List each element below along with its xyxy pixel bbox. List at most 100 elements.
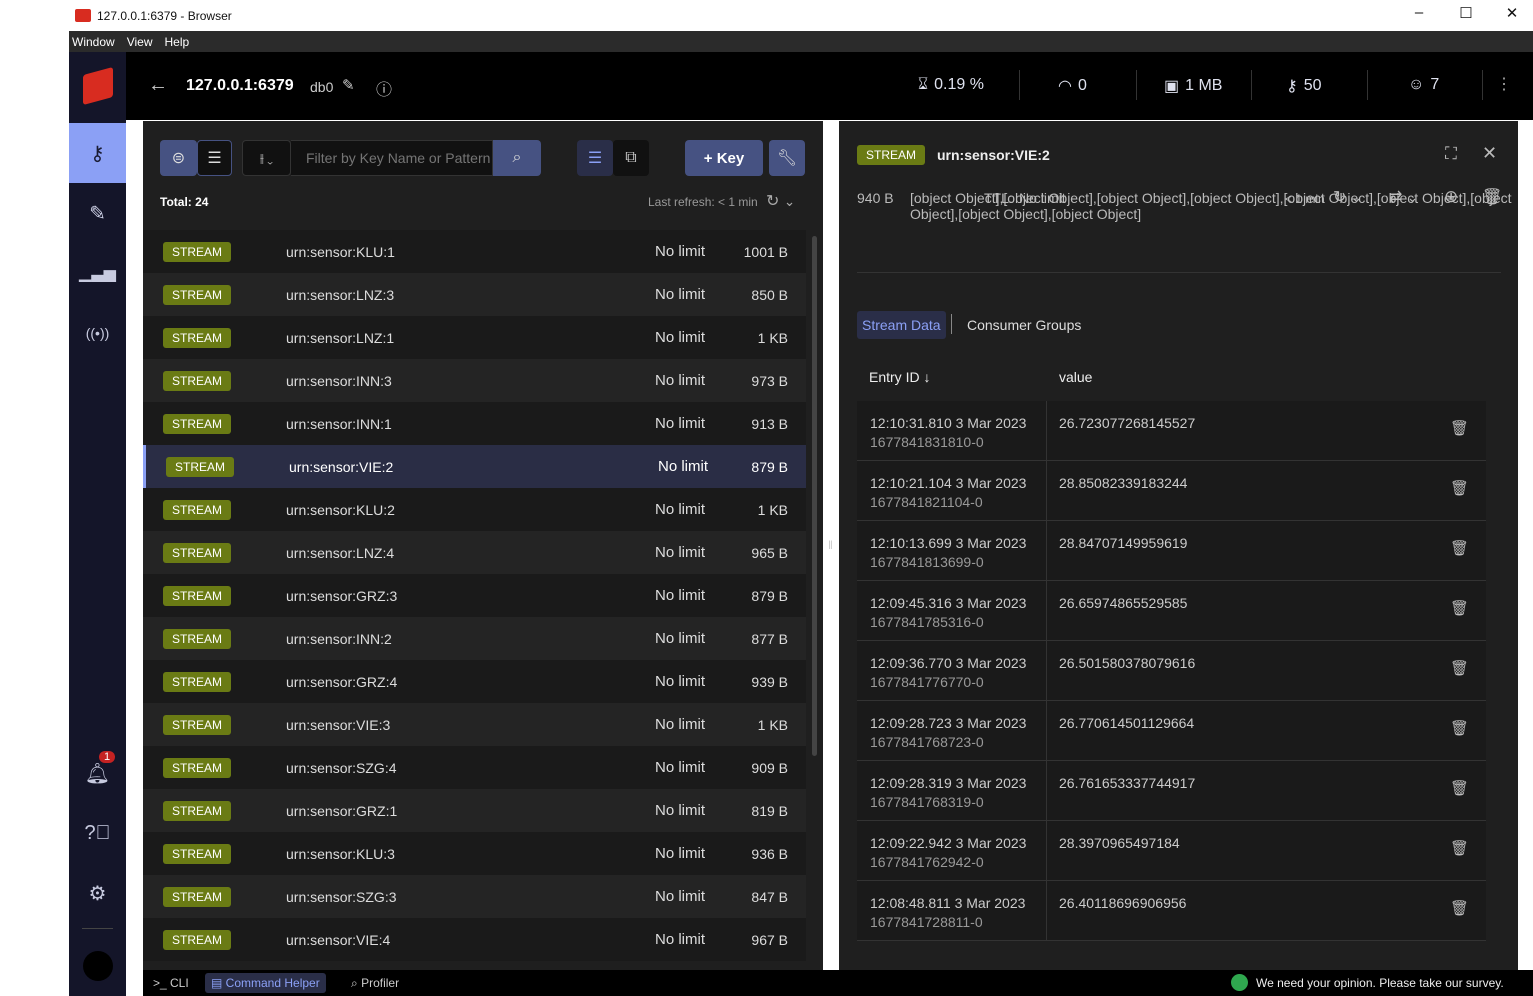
- edit-icon: ✎: [89, 202, 106, 225]
- ttl-value[interactable]: No limit: [1019, 190, 1066, 206]
- delete-entry-icon[interactable]: 🗑︎: [1450, 539, 1469, 557]
- delete-entry-icon[interactable]: 🗑︎: [1450, 719, 1469, 737]
- survey-link[interactable]: We need your opinion. Please take our su…: [1256, 976, 1504, 990]
- delete-entry-icon[interactable]: 🗑︎: [1450, 599, 1469, 617]
- list-view-button[interactable]: ☰: [577, 140, 613, 176]
- more-menu-icon[interactable]: ⋮: [1496, 74, 1512, 94]
- key-row[interactable]: STREAM urn:sensor:INN:2 No limit 877 B: [143, 617, 806, 660]
- key-row[interactable]: STREAM urn:sensor:SZG:4 No limit 909 B: [143, 746, 806, 789]
- key-name: urn:sensor:KLU:3: [286, 845, 395, 862]
- sidebar-item-browser[interactable]: ⚷: [69, 123, 126, 183]
- key-row[interactable]: STREAM urn:sensor:LNZ:3 No limit 850 B: [143, 273, 806, 316]
- delete-entry-icon[interactable]: 🗑︎: [1450, 899, 1469, 917]
- tab-consumer-groups[interactable]: Consumer Groups: [967, 317, 1081, 333]
- key-table: STREAM urn:sensor:KLU:1 No limit 1001 BS…: [143, 230, 806, 970]
- key-row[interactable]: STREAM urn:sensor:KLU:3 No limit 936 B: [143, 832, 806, 875]
- key-name[interactable]: urn:sensor:VIE:2: [937, 147, 1050, 163]
- key-row[interactable]: STREAM urn:sensor:KLU:1 No limit 1001 B: [143, 230, 806, 273]
- entry-value[interactable]: 26.65974865529585: [1059, 595, 1187, 611]
- redis-logo-icon[interactable]: [69, 56, 126, 116]
- menu-window[interactable]: Window: [72, 35, 115, 49]
- cli-button[interactable]: >_ CLI: [153, 976, 189, 990]
- sidebar-item-workbench[interactable]: ✎: [69, 183, 126, 243]
- key-row[interactable]: STREAM urn:sensor:VIE:2 No limit 879 B: [143, 445, 806, 488]
- refresh-icon[interactable]: ↻ ⌄: [1333, 187, 1362, 207]
- key-ttl: No limit: [655, 931, 706, 948]
- entry-time: 12:09:28.319 3 Mar 2023: [870, 775, 1027, 791]
- survey-icon: [1231, 974, 1248, 991]
- stream-entry-row: 12:08:48.811 3 Mar 2023 1677841728811-0 …: [857, 881, 1486, 941]
- entry-value[interactable]: 26.770614501129664: [1059, 715, 1194, 731]
- entry-time: 12:09:36.770 3 Mar 2023: [870, 655, 1027, 671]
- format-icon[interactable]: ⇄ ⌄: [1389, 187, 1418, 207]
- filter-mode-button[interactable]: ⊜: [160, 140, 197, 176]
- help-button[interactable]: ?⃝: [69, 803, 126, 863]
- refresh-icon[interactable]: ↻ ⌄: [766, 191, 795, 211]
- edit-db-icon[interactable]: ✎: [342, 76, 355, 94]
- key-type-badge: STREAM: [163, 757, 232, 778]
- maximize-button[interactable]: ☐: [1451, 4, 1481, 22]
- search-button[interactable]: ⌕: [493, 140, 541, 176]
- key-row[interactable]: STREAM urn:sensor:VIE:3 No limit 1 KB: [143, 703, 806, 746]
- key-size: 967 B: [751, 931, 788, 948]
- entry-value[interactable]: 26.761653337744917: [1059, 775, 1195, 791]
- add-entry-icon[interactable]: ⊕: [1444, 187, 1458, 207]
- key-filter-input[interactable]: [291, 140, 493, 176]
- add-key-button[interactable]: + Key: [685, 140, 763, 176]
- back-button[interactable]: ←: [148, 74, 168, 97]
- key-row[interactable]: STREAM urn:sensor:SZG:3 No limit 847 B: [143, 875, 806, 918]
- entry-value[interactable]: 26.501580378079616: [1059, 655, 1195, 671]
- help-icon: ?⃝: [84, 821, 111, 844]
- column-entry-id[interactable]: Entry ID ↓: [869, 369, 930, 385]
- entry-value[interactable]: 26.723077268145527: [1059, 415, 1195, 431]
- profiler-button[interactable]: ⌕ Profiler: [351, 976, 399, 991]
- tree-view-button[interactable]: ⧉: [613, 140, 649, 176]
- tab-stream-data[interactable]: Stream Data: [857, 311, 946, 339]
- panel-resize-handle[interactable]: ‖: [828, 538, 833, 552]
- menu-view[interactable]: View: [127, 35, 153, 49]
- menu-help[interactable]: Help: [164, 35, 189, 49]
- key-row[interactable]: STREAM urn:sensor:GRZ:4 No limit 939 B: [143, 660, 806, 703]
- key-type-badge: STREAM: [857, 145, 926, 165]
- key-row[interactable]: STREAM urn:sensor:LNZ:1 No limit 1 KB: [143, 316, 806, 359]
- entry-id: 1677841831810-0: [870, 434, 984, 450]
- info-icon[interactable]: ⓘ: [376, 76, 392, 100]
- key-type-filter[interactable]: ⫲ ⌄: [242, 140, 291, 176]
- delete-key-icon[interactable]: 🗑︎: [1482, 187, 1502, 207]
- search-mode-button[interactable]: ☰: [197, 140, 232, 176]
- bulk-actions-button[interactable]: 🔧︎: [769, 140, 805, 176]
- sidebar-item-pubsub[interactable]: ((•)): [69, 303, 126, 363]
- entry-time: 12:10:31.810 3 Mar 2023: [870, 415, 1027, 431]
- notifications-button[interactable]: 🔔︎ 1: [69, 743, 126, 803]
- entry-value[interactable]: 28.85082339183244: [1059, 475, 1187, 491]
- key-size: 847 B: [751, 888, 788, 905]
- minimize-button[interactable]: –: [1404, 4, 1434, 21]
- key-row[interactable]: STREAM urn:sensor:GRZ:1 No limit 819 B: [143, 789, 806, 832]
- key-row[interactable]: STREAM urn:sensor:INN:1 No limit 913 B: [143, 402, 806, 445]
- key-list-scrollbar[interactable]: [812, 236, 817, 756]
- entry-value[interactable]: 28.3970965497184: [1059, 835, 1180, 851]
- key-row[interactable]: STREAM urn:sensor:LNZ:4 No limit 965 B: [143, 531, 806, 574]
- bottom-bar: >_ CLI ▤ Command Helper ⌕ Profiler We ne…: [143, 970, 1533, 996]
- fullscreen-icon[interactable]: ⛶: [1445, 144, 1457, 164]
- delete-entry-icon[interactable]: 🗑︎: [1450, 419, 1469, 437]
- close-icon[interactable]: ✕: [1482, 143, 1497, 164]
- delete-entry-icon[interactable]: 🗑︎: [1450, 779, 1469, 797]
- entry-value[interactable]: 28.84707149959619: [1059, 535, 1187, 551]
- sidebar-item-analysis[interactable]: ▁▃▅: [69, 243, 126, 303]
- github-button[interactable]: [69, 936, 126, 996]
- delete-entry-icon[interactable]: 🗑︎: [1450, 659, 1469, 677]
- key-row[interactable]: STREAM urn:sensor:VIE:4 No limit 967 B: [143, 918, 806, 961]
- key-ttl: No limit: [655, 544, 706, 561]
- entry-id: 1677841785316-0: [870, 614, 984, 630]
- close-window-button[interactable]: ✕: [1497, 4, 1527, 22]
- key-row[interactable]: STREAM urn:sensor:INN:3 No limit 973 B: [143, 359, 806, 402]
- key-row[interactable]: STREAM urn:sensor:KLU:2 No limit 1 KB: [143, 488, 806, 531]
- settings-button[interactable]: ⚙: [69, 863, 126, 923]
- github-icon: [82, 951, 113, 981]
- delete-entry-icon[interactable]: 🗑︎: [1450, 479, 1469, 497]
- key-row[interactable]: STREAM urn:sensor:GRZ:3 No limit 879 B: [143, 574, 806, 617]
- entry-value[interactable]: 26.40118696906956: [1059, 895, 1186, 911]
- delete-entry-icon[interactable]: 🗑︎: [1450, 839, 1469, 857]
- command-helper-button[interactable]: ▤ Command Helper: [205, 973, 326, 993]
